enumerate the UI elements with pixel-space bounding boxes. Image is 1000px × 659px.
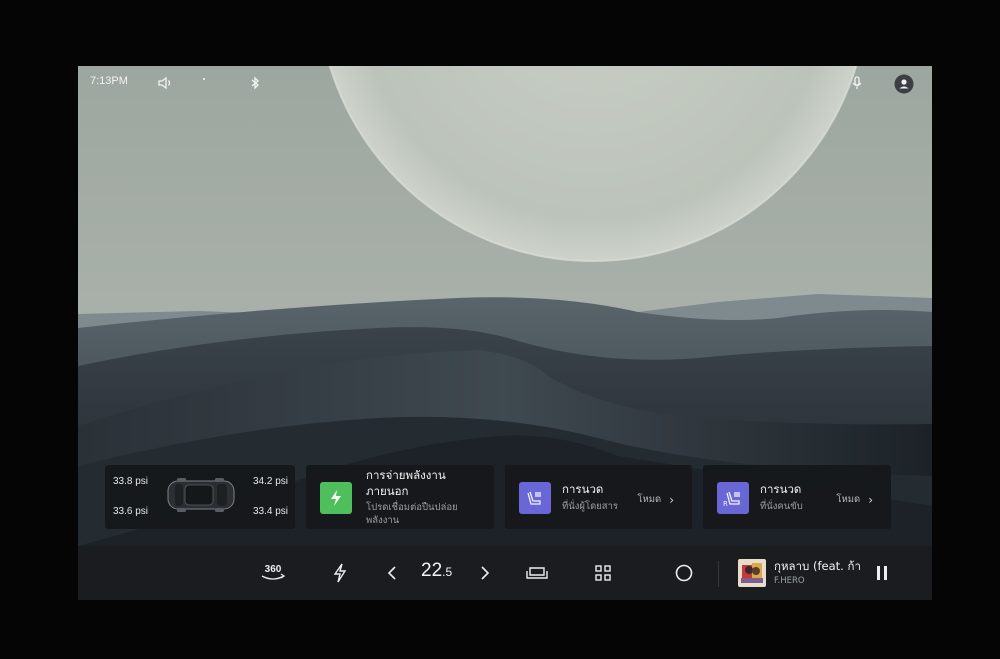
passenger-massage-mode[interactable]: โหมด › bbox=[637, 492, 674, 507]
status-bar: 7:13PM bbox=[78, 72, 932, 96]
bluetooth-icon[interactable] bbox=[246, 74, 264, 92]
passenger-massage-subtitle: ที่นั่งผู้โดยสาร bbox=[562, 501, 619, 512]
temperature-down-button[interactable] bbox=[378, 560, 406, 586]
tire-front-left: 33.8 psi bbox=[113, 476, 149, 487]
car-top-view-icon bbox=[167, 478, 235, 512]
power-subtitle-line1: โปรดเชื่อมต่อปืนปล่อย bbox=[366, 502, 458, 513]
svg-text:360: 360 bbox=[265, 564, 282, 575]
song-title[interactable]: กุหลาบ (feat. ก้า bbox=[774, 558, 860, 576]
tire-rear-right: 33.4 psi bbox=[253, 506, 289, 517]
seat-massage-icon bbox=[519, 482, 551, 514]
seat-control-button[interactable] bbox=[522, 560, 552, 586]
chevron-right-icon: › bbox=[868, 492, 873, 507]
driver-massage-card[interactable]: R การนวด ที่นั่งคนขับ โหมด › bbox=[703, 465, 891, 529]
power-title-line1: การจ่ายพลังงาน bbox=[366, 468, 446, 482]
energy-button[interactable] bbox=[326, 560, 354, 586]
passenger-massage-card[interactable]: การนวด ที่นั่งผู้โดยสาร โหมด › bbox=[505, 465, 692, 529]
seat-mark: R bbox=[723, 500, 728, 508]
dock-divider bbox=[718, 561, 719, 587]
tire-pressure-card[interactable]: 33.8 psi 34.2 psi 33.6 psi 33.4 psi bbox=[105, 465, 295, 529]
car-display: 7:13PM 33.8 psi 34.2 psi 33.6 psi 33.4 p… bbox=[78, 66, 932, 600]
temperature-up-button[interactable] bbox=[471, 560, 499, 586]
album-art[interactable] bbox=[738, 559, 766, 587]
home-circle-button[interactable] bbox=[670, 560, 698, 586]
driver-massage-subtitle: ที่นั่งคนขับ bbox=[760, 501, 803, 512]
camera-360-button[interactable]: 360 bbox=[258, 560, 288, 586]
microphone-icon[interactable] bbox=[848, 74, 866, 92]
apps-grid-icon[interactable] bbox=[589, 560, 617, 586]
driver-massage-title: การนวด bbox=[760, 482, 802, 496]
bottom-dock: 360 22.5 กุหลาบ (feat. ก้า F.HERO bbox=[78, 546, 932, 600]
tire-rear-left: 33.6 psi bbox=[113, 506, 149, 517]
mobile-signal-icon bbox=[196, 74, 214, 92]
driver-massage-mode[interactable]: โหมด › bbox=[836, 492, 873, 507]
pause-button[interactable] bbox=[868, 560, 896, 586]
chevron-right-icon: › bbox=[669, 492, 674, 507]
passenger-massage-title: การนวด bbox=[562, 482, 604, 496]
artist-name: F.HERO bbox=[774, 576, 805, 586]
seat-massage-icon: R bbox=[717, 482, 749, 514]
quick-cards: 33.8 psi 34.2 psi 33.6 psi 33.4 psi การจ… bbox=[78, 465, 932, 531]
speaker-icon[interactable] bbox=[156, 74, 174, 92]
power-title-line2: ภายนอก bbox=[366, 484, 409, 498]
external-power-card[interactable]: การจ่ายพลังงาน ภายนอก โปรดเชื่อมต่อปืนปล… bbox=[306, 465, 494, 529]
clock: 7:13PM bbox=[90, 75, 128, 87]
lightning-bolt-icon bbox=[320, 482, 352, 514]
user-profile-icon[interactable] bbox=[894, 74, 914, 94]
tire-front-right: 34.2 psi bbox=[253, 476, 289, 487]
cabin-temperature: 22.5 bbox=[421, 560, 453, 581]
power-subtitle-line2: พลังงาน bbox=[366, 515, 400, 526]
